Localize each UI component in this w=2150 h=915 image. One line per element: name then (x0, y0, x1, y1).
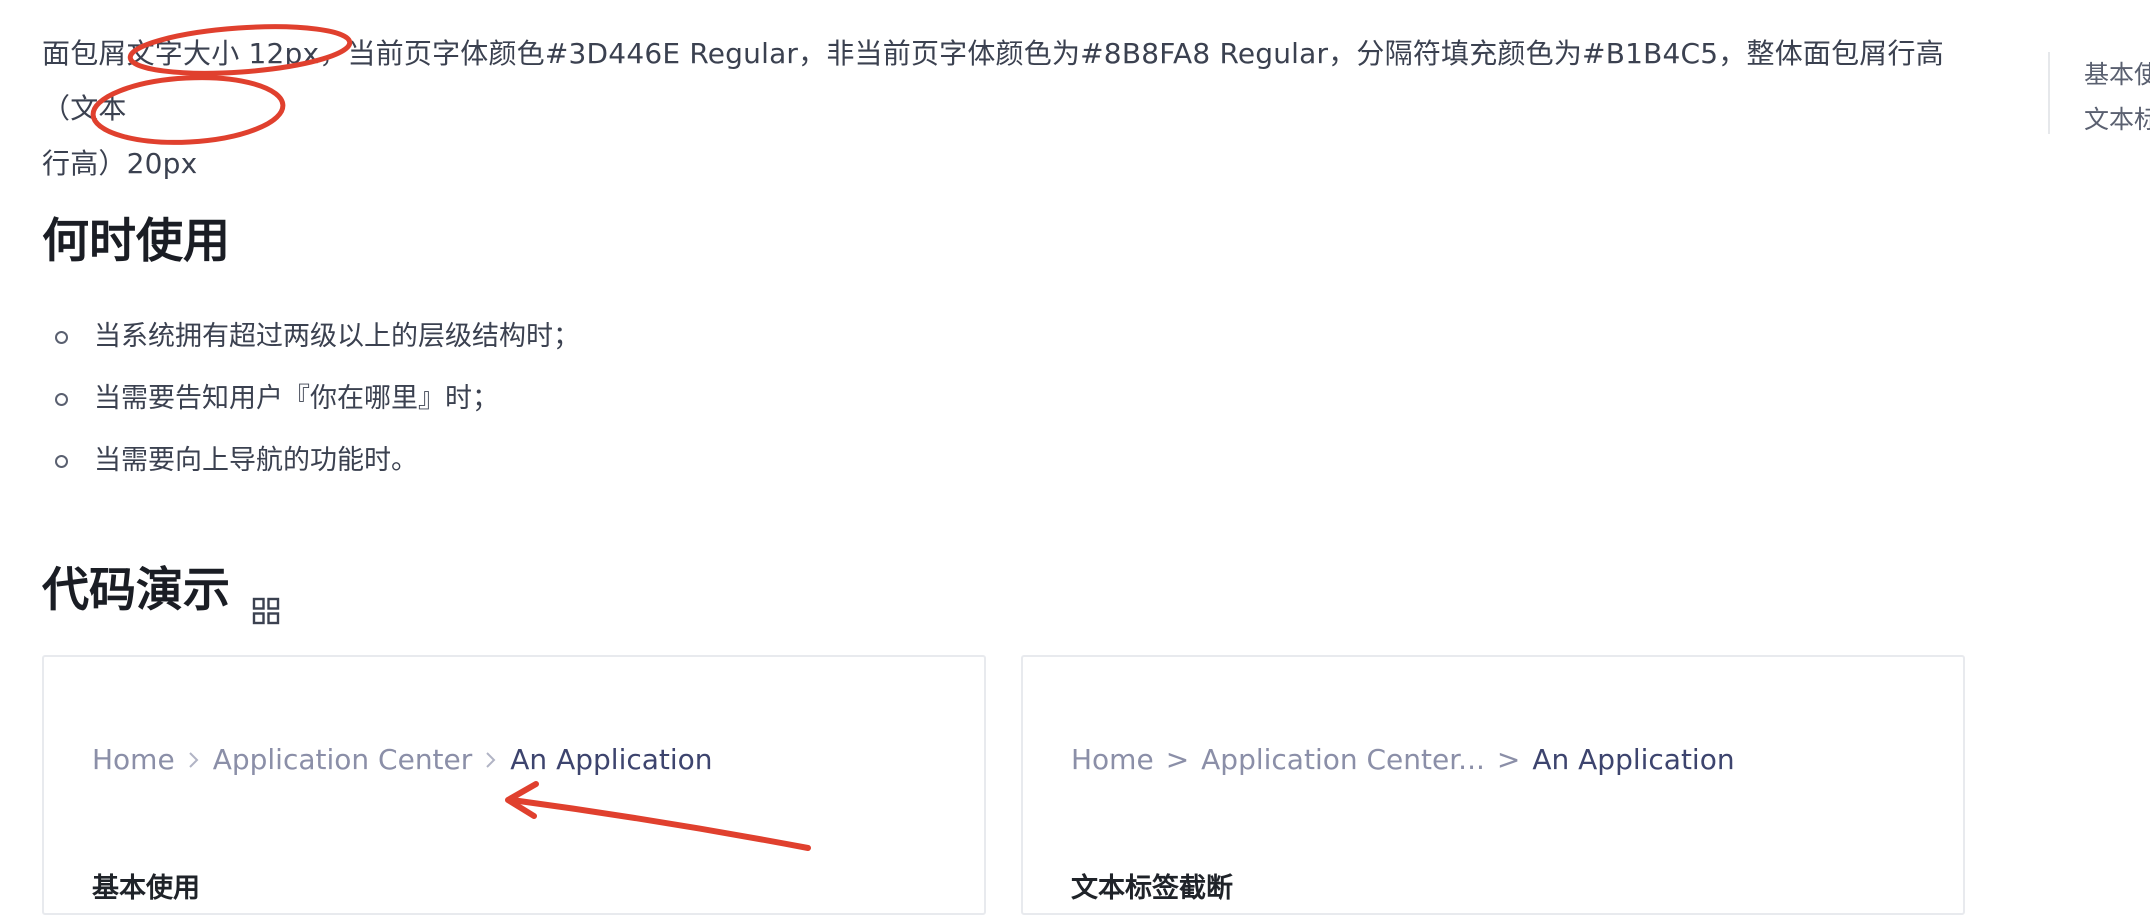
list-item: 当系统拥有超过两级以上的层级结构时； (42, 306, 580, 368)
code-demo-title: 代码演示 (42, 561, 280, 625)
list-item-text: 当系统拥有超过两级以上的层级结构时； (94, 321, 580, 352)
when-to-use-list: 当系统拥有超过两级以上的层级结构时； 当需要告知用户『你在哪里』时； 当需要向上… (42, 306, 580, 492)
demo-card-truncation: Home > Application Center... > An Applic… (1021, 655, 1965, 915)
demo-caption: 文本标签截断 (1071, 873, 1233, 904)
table-of-contents: 基本使用 文本标签截断 (2048, 52, 2150, 134)
list-item: 当需要告知用户『你在哪里』时； (42, 368, 580, 430)
intro-line-2: 行高）20px (42, 147, 198, 180)
list-item-text: 当需要向上导航的功能时。 (94, 445, 418, 476)
chevron-right-icon (188, 750, 200, 770)
chevron-right-icon (485, 750, 497, 770)
breadcrumb-item-current: An Application (510, 743, 713, 776)
bullet-icon (55, 330, 68, 344)
breadcrumb-item-home[interactable]: Home (92, 740, 175, 780)
bullet-icon (55, 454, 68, 468)
breadcrumb-separator: > (1165, 743, 1190, 776)
breadcrumb-separator: > (1496, 743, 1521, 776)
code-demo-title-text: 代码演示 (42, 563, 230, 618)
breadcrumb: Home > Application Center... > An Applic… (1071, 740, 1735, 780)
breadcrumb-item-application-center[interactable]: Application Center... (1201, 740, 1485, 780)
when-to-use-title: 何时使用 (42, 214, 230, 269)
demo-caption: 基本使用 (92, 873, 200, 904)
list-item: 当需要向上导航的功能时。 (42, 430, 580, 492)
toc-item-text-truncation[interactable]: 文本标签截断 (2084, 97, 2150, 134)
breadcrumb: Home Application Center An Application (92, 740, 713, 780)
breadcrumb-item-application-center[interactable]: Application Center (213, 740, 473, 780)
intro-paragraph: 面包屑文字大小 12px，当前页字体颜色#3D446E Regular，非当前页… (42, 26, 1982, 191)
bullet-icon (55, 392, 68, 406)
breadcrumb-item-home[interactable]: Home (1071, 740, 1154, 780)
demo-card-basic: Home Application Center An Application 基… (42, 655, 986, 915)
list-item-text: 当需要告知用户『你在哪里』时； (94, 383, 499, 414)
toc-item-basic-usage[interactable]: 基本使用 (2084, 52, 2150, 97)
grid-icon[interactable] (252, 580, 280, 625)
intro-line-1: 面包屑文字大小 12px，当前页字体颜色#3D446E Regular，非当前页… (42, 37, 1944, 125)
breadcrumb-item-current: An Application (1532, 743, 1735, 776)
